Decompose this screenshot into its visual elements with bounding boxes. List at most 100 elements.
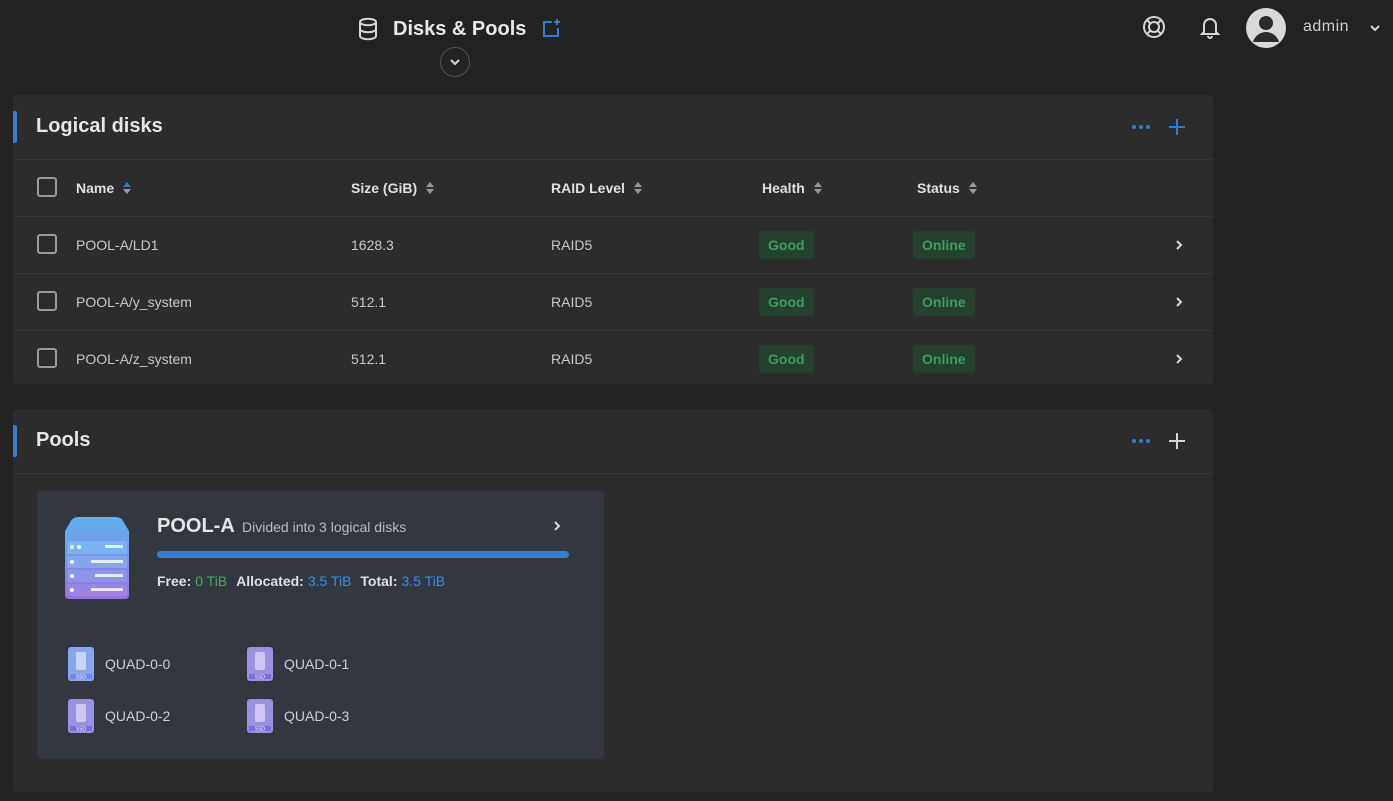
chevron-down-icon[interactable] <box>1367 20 1383 36</box>
collapse-toggle-button[interactable] <box>440 47 470 77</box>
row-checkbox[interactable] <box>37 291 57 311</box>
drive-label: QUAD-0-0 <box>105 656 171 672</box>
column-health[interactable]: Health <box>762 160 823 216</box>
chevron-right-icon[interactable] <box>1169 292 1189 312</box>
pool-usage-bar <box>157 551 569 558</box>
disk-size: 512.1 <box>351 351 387 367</box>
card-title: Pools <box>36 429 91 451</box>
page-title: Disks & Pools <box>393 17 527 40</box>
disk-name: POOL-A/y_system <box>76 294 192 310</box>
plus-icon <box>1167 431 1187 451</box>
sort-icon <box>968 181 978 195</box>
add-pool-button[interactable] <box>1165 429 1189 453</box>
more-horizontal-icon <box>1131 438 1151 444</box>
storage-server-icon <box>61 515 133 601</box>
disk-name: POOL-A/LD1 <box>76 237 159 253</box>
bell-icon <box>1199 15 1221 39</box>
disk-raid-level: RAID5 <box>551 237 593 253</box>
total-label: Total: <box>360 573 398 589</box>
column-name[interactable]: Name <box>76 160 132 216</box>
chevron-right-icon[interactable] <box>1169 235 1189 255</box>
pool-card[interactable]: POOL-A Divided into 3 logical disks Free… <box>37 491 604 759</box>
avatar[interactable] <box>1246 8 1286 48</box>
svg-text:SSD: SSD <box>76 675 86 681</box>
help-button[interactable] <box>1141 14 1167 40</box>
chevron-down-icon <box>448 55 462 69</box>
disk-name: POOL-A/z_system <box>76 351 192 367</box>
total-value: 3.5 TiB <box>401 573 446 589</box>
chevron-right-icon[interactable] <box>1169 349 1189 369</box>
drive-item[interactable]: SSD QUAD-0-1 <box>246 646 349 682</box>
pool-stats: Free: 0 TiB Allocated: 3.5 TiB Total: 3.… <box>157 573 454 589</box>
pool-name: POOL-A <box>157 515 235 537</box>
more-horizontal-icon <box>1131 124 1151 130</box>
status-badge: Online <box>913 345 975 373</box>
column-label: Name <box>76 180 115 196</box>
svg-text:SSD: SSD <box>255 727 265 733</box>
table-header: Name Size (GiB) RAID Level Health Status <box>13 160 1213 217</box>
ssd-icon: SSD <box>246 646 274 682</box>
column-size[interactable]: Size (GiB) <box>351 160 435 216</box>
card-title: Logical disks <box>36 115 163 137</box>
disk-raid-level: RAID5 <box>551 351 593 367</box>
health-badge: Good <box>759 345 814 373</box>
add-logical-disk-button[interactable] <box>1165 115 1189 139</box>
ssd-icon: SSD <box>246 698 274 734</box>
column-raid-level[interactable]: RAID Level <box>551 160 643 216</box>
card-header: Pools <box>13 409 1213 474</box>
page-header: Disks & Pools <box>357 15 562 43</box>
disk-raid-level: RAID5 <box>551 294 593 310</box>
drive-item[interactable]: SSD QUAD-0-2 <box>67 698 170 734</box>
row-checkbox[interactable] <box>37 348 57 368</box>
status-badge: Online <box>913 231 975 259</box>
allocated-label: Allocated: <box>236 573 304 589</box>
allocated-value: 3.5 TiB <box>307 573 352 589</box>
select-all-checkbox[interactable] <box>37 177 57 197</box>
table-row[interactable]: POOL-A/y_system 512.1 RAID5 Good Online <box>13 274 1213 331</box>
database-icon <box>357 17 379 41</box>
free-value: 0 TiB <box>195 573 228 589</box>
health-badge: Good <box>759 288 814 316</box>
column-label: Status <box>917 180 960 196</box>
ssd-icon: SSD <box>67 698 95 734</box>
table-row[interactable]: POOL-A/LD1 1628.3 RAID5 Good Online <box>13 217 1213 274</box>
column-label: RAID Level <box>551 180 625 196</box>
health-badge: Good <box>759 231 814 259</box>
pools-card: Pools POOL-A Divided into 3 logical disk… <box>13 409 1213 792</box>
open-new-icon[interactable] <box>540 18 562 40</box>
row-checkbox[interactable] <box>37 234 57 254</box>
pool-description: Divided into 3 logical disks <box>242 519 407 535</box>
more-options-button[interactable] <box>1129 115 1153 139</box>
notifications-button[interactable] <box>1197 14 1223 40</box>
user-icon <box>1246 8 1286 48</box>
svg-text:SSD: SSD <box>255 675 265 681</box>
plus-icon <box>1167 117 1187 137</box>
column-label: Size (GiB) <box>351 180 418 196</box>
column-status[interactable]: Status <box>917 160 978 216</box>
ssd-icon: SSD <box>67 646 95 682</box>
lifebuoy-icon <box>1142 15 1166 39</box>
drive-label: QUAD-0-3 <box>284 708 350 724</box>
logical-disks-card: Logical disks Name Size (GiB) RAID Level… <box>13 95 1213 384</box>
more-options-button[interactable] <box>1129 429 1153 453</box>
username[interactable]: admin <box>1303 18 1349 36</box>
top-bar: Disks & Pools admin <box>0 0 1393 77</box>
sort-icon <box>813 181 823 195</box>
drive-item[interactable]: SSD QUAD-0-3 <box>246 698 349 734</box>
chevron-right-icon[interactable] <box>547 516 567 536</box>
disk-size: 1628.3 <box>351 237 394 253</box>
column-label: Health <box>762 180 805 196</box>
accent-bar <box>13 425 17 457</box>
sort-icon <box>633 181 643 195</box>
svg-text:SSD: SSD <box>76 727 86 733</box>
drive-label: QUAD-0-1 <box>284 656 350 672</box>
sort-icon <box>425 181 435 195</box>
drive-item[interactable]: SSD QUAD-0-0 <box>67 646 170 682</box>
sort-icon <box>122 181 132 195</box>
free-label: Free: <box>157 573 192 589</box>
disk-size: 512.1 <box>351 294 387 310</box>
pool-usage-fill <box>157 551 569 558</box>
table-row[interactable]: POOL-A/z_system 512.1 RAID5 Good Online <box>13 331 1213 387</box>
accent-bar <box>13 111 17 143</box>
card-header: Logical disks <box>13 95 1213 160</box>
